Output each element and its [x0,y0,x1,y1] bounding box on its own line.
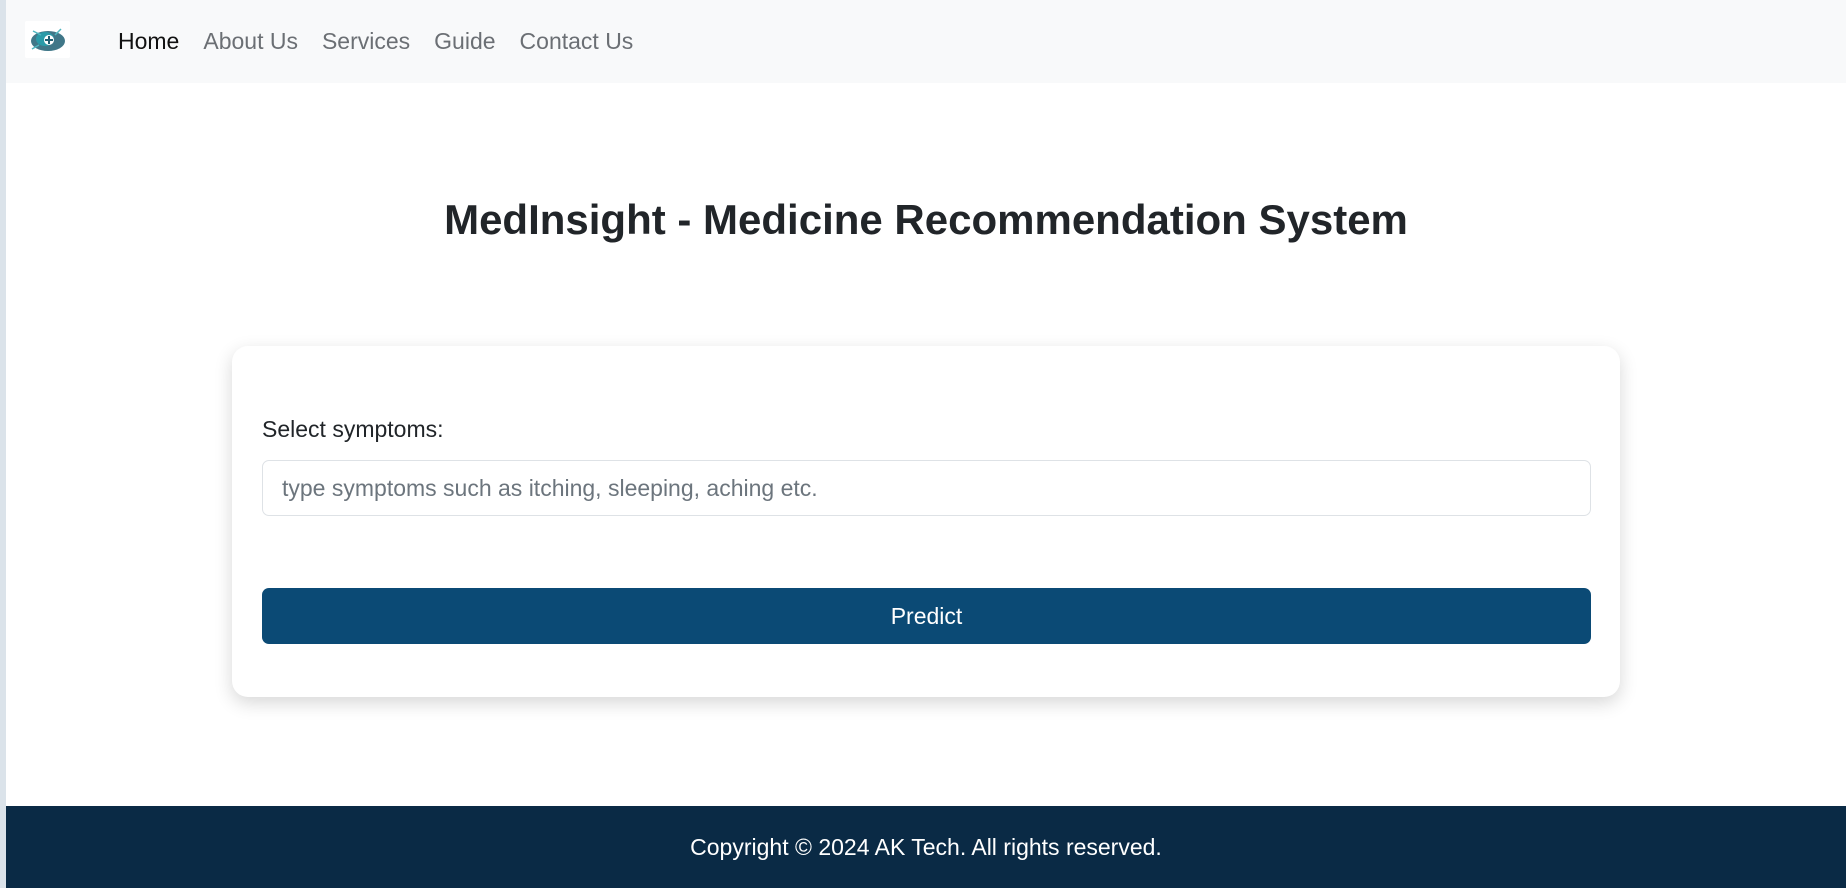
page: Home About Us Services Guide Contact Us … [6,0,1846,888]
nav-link-home[interactable]: Home [106,28,191,55]
footer-copyright: Copyright © 2024 AK Tech. All rights res… [690,833,1162,860]
nav-link-guide[interactable]: Guide [422,28,507,55]
nav-link-contact-us[interactable]: Contact Us [508,28,646,55]
page-title: MedInsight - Medicine Recommendation Sys… [444,196,1408,243]
symptoms-label: Select symptoms: [262,416,444,442]
nav-link-about-us[interactable]: About Us [191,28,310,55]
nav-links: Home About Us Services Guide Contact Us [106,0,645,83]
nav-link-services[interactable]: Services [310,28,422,55]
medical-logo-icon[interactable] [25,21,70,58]
symptom-form-card: Select symptoms: Predict [232,346,1620,697]
symptoms-input[interactable] [262,460,1591,516]
predict-button[interactable]: Predict [262,588,1591,644]
footer: Copyright © 2024 AK Tech. All rights res… [6,806,1846,888]
navbar: Home About Us Services Guide Contact Us [6,0,1846,83]
